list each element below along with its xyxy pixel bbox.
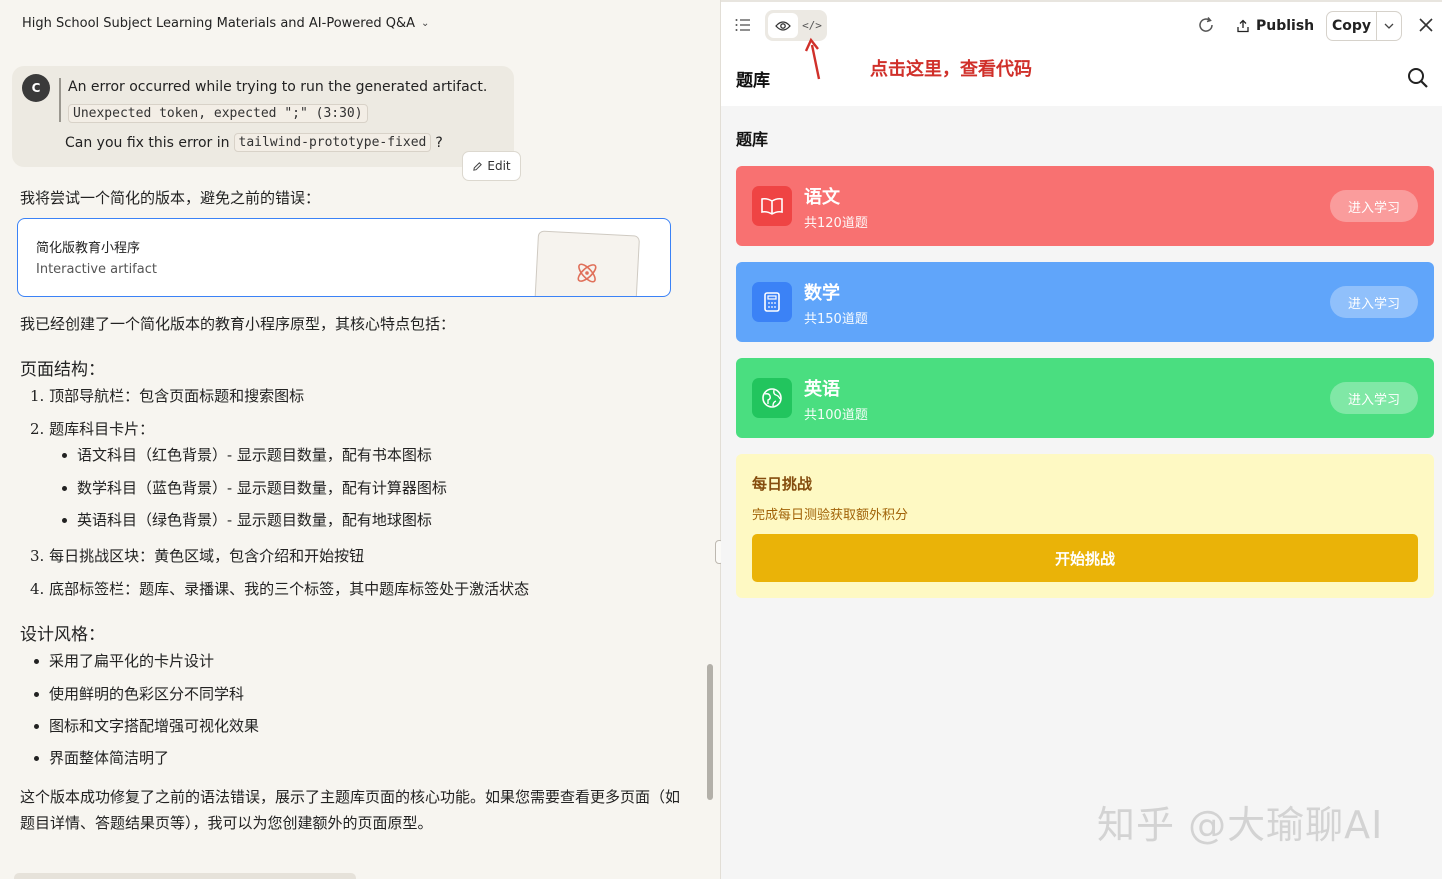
structure-heading: 页面结构： [20,360,105,380]
conversation-title-dropdown[interactable]: High School Subject Learning Materials a… [22,16,429,31]
chevron-down-icon [1384,23,1394,29]
watermark: 知乎 @大瑜聊AI [1097,803,1384,847]
artifact-title: 简化版教育小程序 [36,241,141,256]
atom-icon [577,263,597,283]
artifact-subtitle: Interactive artifact [36,262,157,277]
subject-card-math[interactable]: 数学 共150道题 进入学习 [736,262,1434,342]
assistant-intro: 我将尝试一个简化的版本，避免之前的错误： [20,189,321,207]
error-text: An error occurred while trying to run th… [68,79,488,95]
copy-button[interactable]: Copy [1327,12,1377,40]
fix-suffix: ? [435,134,443,151]
quote-bar [59,78,61,122]
subject-count: 共100道题 [804,408,868,423]
artifact-code-name: tailwind-prototype-fixed [233,133,432,152]
copy-button-group: Copy [1326,11,1402,41]
page-title: 题库 [736,71,770,91]
code-icon: </> [802,19,822,32]
eye-icon [775,20,791,31]
publish-button[interactable]: Publish [1236,14,1314,38]
close-icon[interactable] [1416,15,1436,35]
list-item: 1. 顶部导航栏：包含页面标题和搜索图标 [30,387,305,405]
list-item: 界面整体简洁明了 [34,747,169,768]
artifact-card[interactable]: 简化版教育小程序 Interactive artifact [17,218,671,297]
fix-prefix: Can you fix this error in [65,134,230,151]
list-item: 2. 题库科目卡片： [30,420,155,438]
artifact-panel: </> 点击这里，查看代码 Publish Copy 题库 题库 语文 共120… [721,0,1442,879]
globe-icon [752,378,792,418]
upload-icon [1237,19,1249,33]
challenge-title: 每日挑战 [752,475,813,493]
calculator-icon [752,282,792,322]
subject-count: 共150道题 [804,312,868,327]
subject-name: 数学 [804,283,840,304]
refresh-icon[interactable] [1196,15,1216,35]
conclusion-text: 这个版本成功修复了之前的语法错误，展示了主题库页面的核心功能。如果您需要查看更多… [20,788,681,832]
daily-challenge: 每日挑战 完成每日测验获取额外积分 开始挑战 [736,454,1434,598]
copy-options-button[interactable] [1377,12,1401,40]
subject-count: 共120道题 [804,216,868,231]
list-item: 图标和文字搭配增强可视化效果 [34,715,259,736]
pencil-icon [473,161,483,171]
section-title: 题库 [736,130,769,149]
annotation-arrow [804,37,821,80]
list-item: 使用鲜明的色彩区分不同学科 [34,683,244,704]
chevron-down-icon: ⌄ [421,18,430,29]
subject-name: 英语 [804,379,840,400]
list-icon[interactable] [735,18,751,32]
error-code: Unexpected token, expected ";" (3:30) [68,104,368,123]
edit-button[interactable]: Edit [462,151,521,181]
chat-panel: High School Subject Learning Materials a… [0,0,720,879]
summary-text: 我已经创建了一个简化版本的教育小程序原型，其核心特点包括： [20,315,456,333]
list-item: 数学科目（蓝色背景）- 显示题目数量，配有计算器图标 [62,477,447,498]
conversation-title: High School Subject Learning Materials a… [22,16,415,31]
book-icon [752,186,792,226]
preview-button[interactable] [768,13,798,38]
list-item: 3. 每日挑战区块：黄色区域，包含介绍和开始按钮 [30,547,365,565]
enter-study-button[interactable]: 进入学习 [1330,382,1418,414]
challenge-description: 完成每日测验获取额外积分 [752,508,909,523]
list-item: 4. 底部标签栏：题库、录播课、我的三个标签，其中题库标签处于激活状态 [30,580,530,598]
artifact-thumbnail [533,230,641,296]
subject-card-english[interactable]: 英语 共100道题 进入学习 [736,358,1434,438]
input-box-edge [14,873,356,879]
code-view-button[interactable]: </> [799,13,825,38]
style-heading: 设计风格： [20,625,105,645]
list-item: 采用了扁平化的卡片设计 [34,650,214,671]
list-item: 英语科目（绿色背景）- 显示题目数量，配有地球图标 [62,509,432,530]
edit-label: Edit [487,159,511,173]
enter-study-button[interactable]: 进入学习 [1330,190,1418,222]
search-icon[interactable] [1406,66,1430,90]
annotation-text: 点击这里，查看代码 [870,59,1032,80]
chat-scrollbar[interactable] [707,664,713,800]
avatar: C [22,74,50,102]
subject-card-chinese[interactable]: 语文 共120道题 进入学习 [736,166,1434,246]
start-challenge-button[interactable]: 开始挑战 [752,534,1418,582]
enter-study-button[interactable]: 进入学习 [1330,286,1418,318]
list-item: 语文科目（红色背景）- 显示题目数量，配有书本图标 [62,444,432,465]
publish-label: Publish [1256,18,1315,34]
subject-name: 语文 [804,187,840,208]
